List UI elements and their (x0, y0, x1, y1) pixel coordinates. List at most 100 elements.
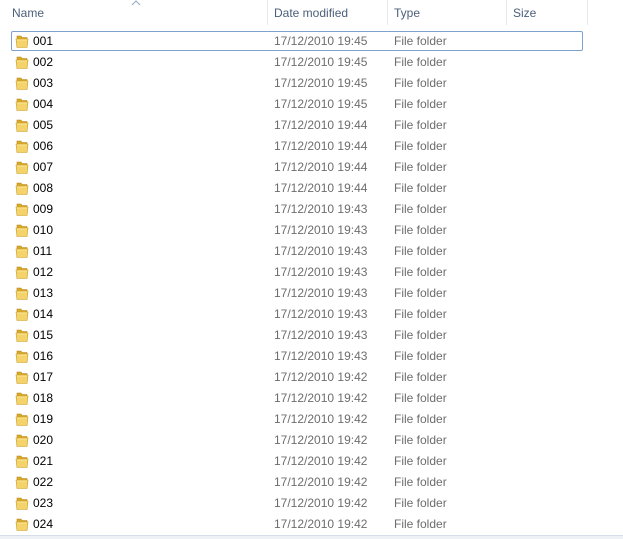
folder-icon (15, 159, 29, 175)
file-date-modified: 17/12/2010 19:43 (274, 286, 368, 300)
file-name: 001 (33, 34, 54, 48)
file-name: 024 (33, 517, 54, 531)
file-row[interactable]: 018 17/12/2010 19:42 File folder (0, 388, 623, 409)
column-divider[interactable] (587, 0, 588, 25)
folder-icon (15, 33, 29, 49)
file-row[interactable]: 021 17/12/2010 19:42 File folder (0, 451, 623, 472)
file-row[interactable]: 014 17/12/2010 19:43 File folder (0, 304, 623, 325)
file-date-modified: 17/12/2010 19:42 (274, 370, 368, 384)
file-name: 007 (33, 160, 54, 174)
file-name: 022 (33, 475, 54, 489)
file-row[interactable]: 007 17/12/2010 19:44 File folder (0, 157, 623, 178)
file-row[interactable]: 015 17/12/2010 19:43 File folder (0, 325, 623, 346)
file-row[interactable]: 005 17/12/2010 19:44 File folder (0, 115, 623, 136)
file-name: 006 (33, 139, 54, 153)
file-row[interactable]: 023 17/12/2010 19:42 File folder (0, 493, 623, 514)
folder-icon (15, 411, 29, 427)
folder-icon (15, 348, 29, 364)
file-date-modified: 17/12/2010 19:43 (274, 223, 368, 237)
file-type: File folder (394, 244, 447, 258)
column-header-bar: Name Date modified Type Size (0, 0, 623, 25)
file-row[interactable]: 009 17/12/2010 19:43 File folder (0, 199, 623, 220)
folder-icon (15, 75, 29, 91)
file-date-modified: 17/12/2010 19:45 (274, 97, 368, 111)
file-date-modified: 17/12/2010 19:42 (274, 433, 368, 447)
folder-icon (15, 432, 29, 448)
file-type: File folder (394, 118, 447, 132)
file-date-modified: 17/12/2010 19:42 (274, 412, 368, 426)
column-header-size[interactable]: Size (506, 0, 587, 25)
file-type: File folder (394, 181, 447, 195)
file-type: File folder (394, 328, 447, 342)
file-date-modified: 17/12/2010 19:45 (274, 76, 368, 90)
file-name: 008 (33, 181, 54, 195)
view-bottom-edge (0, 535, 623, 539)
file-list-view: Name Date modified Type Size 001 17/12/20… (0, 0, 623, 539)
file-row[interactable]: 013 17/12/2010 19:43 File folder (0, 283, 623, 304)
folder-icon (15, 243, 29, 259)
file-type: File folder (394, 454, 447, 468)
file-date-modified: 17/12/2010 19:42 (274, 391, 368, 405)
file-name: 020 (33, 433, 54, 447)
file-name: 002 (33, 55, 54, 69)
file-type: File folder (394, 34, 447, 48)
file-date-modified: 17/12/2010 19:45 (274, 55, 368, 69)
file-row[interactable]: 002 17/12/2010 19:45 File folder (0, 52, 623, 73)
file-row[interactable]: 006 17/12/2010 19:44 File folder (0, 136, 623, 157)
file-type: File folder (394, 160, 447, 174)
file-type: File folder (394, 412, 447, 426)
file-type: File folder (394, 475, 447, 489)
folder-icon (15, 201, 29, 217)
file-row[interactable]: 011 17/12/2010 19:43 File folder (0, 241, 623, 262)
folder-icon (15, 516, 29, 532)
file-date-modified: 17/12/2010 19:42 (274, 454, 368, 468)
file-type: File folder (394, 202, 447, 216)
folder-icon (15, 474, 29, 490)
file-row[interactable]: 019 17/12/2010 19:42 File folder (0, 409, 623, 430)
file-name: 021 (33, 454, 54, 468)
folder-icon (15, 369, 29, 385)
file-row[interactable]: 016 17/12/2010 19:43 File folder (0, 346, 623, 367)
file-type: File folder (394, 349, 447, 363)
file-row[interactable]: 010 17/12/2010 19:43 File folder (0, 220, 623, 241)
sort-up-arrow-icon (131, 0, 141, 6)
file-row[interactable]: 008 17/12/2010 19:44 File folder (0, 178, 623, 199)
file-type: File folder (394, 223, 447, 237)
file-date-modified: 17/12/2010 19:42 (274, 496, 368, 510)
file-date-modified: 17/12/2010 19:44 (274, 160, 368, 174)
column-header-date-modified[interactable]: Date modified (267, 0, 387, 25)
file-name: 019 (33, 412, 54, 426)
folder-icon (15, 222, 29, 238)
folder-icon (15, 180, 29, 196)
file-date-modified: 17/12/2010 19:43 (274, 307, 368, 321)
file-row[interactable]: 003 17/12/2010 19:45 File folder (0, 73, 623, 94)
file-type: File folder (394, 517, 447, 531)
file-date-modified: 17/12/2010 19:42 (274, 475, 368, 489)
file-name: 005 (33, 118, 54, 132)
file-date-modified: 17/12/2010 19:44 (274, 139, 368, 153)
file-row[interactable]: 004 17/12/2010 19:45 File folder (0, 94, 623, 115)
file-row[interactable]: 022 17/12/2010 19:42 File folder (0, 472, 623, 493)
file-name: 015 (33, 328, 54, 342)
file-name: 003 (33, 76, 54, 90)
file-name: 018 (33, 391, 54, 405)
file-type: File folder (394, 286, 447, 300)
file-type: File folder (394, 55, 447, 69)
file-date-modified: 17/12/2010 19:44 (274, 118, 368, 132)
column-header-type[interactable]: Type (387, 0, 506, 25)
file-row[interactable]: 001 17/12/2010 19:45 File folder (0, 31, 623, 52)
file-row[interactable]: 017 17/12/2010 19:42 File folder (0, 367, 623, 388)
file-name: 009 (33, 202, 54, 216)
file-name: 011 (33, 244, 53, 258)
file-row[interactable]: 012 17/12/2010 19:43 File folder (0, 262, 623, 283)
file-type: File folder (394, 433, 447, 447)
folder-icon (15, 285, 29, 301)
file-type: File folder (394, 97, 447, 111)
file-row[interactable]: 024 17/12/2010 19:42 File folder (0, 514, 623, 535)
file-type: File folder (394, 265, 447, 279)
file-rows: 001 17/12/2010 19:45 File folder 002 17/12/2… (0, 31, 623, 535)
folder-icon (15, 453, 29, 469)
folder-icon (15, 327, 29, 343)
file-row[interactable]: 020 17/12/2010 19:42 File folder (0, 430, 623, 451)
file-type: File folder (394, 370, 447, 384)
